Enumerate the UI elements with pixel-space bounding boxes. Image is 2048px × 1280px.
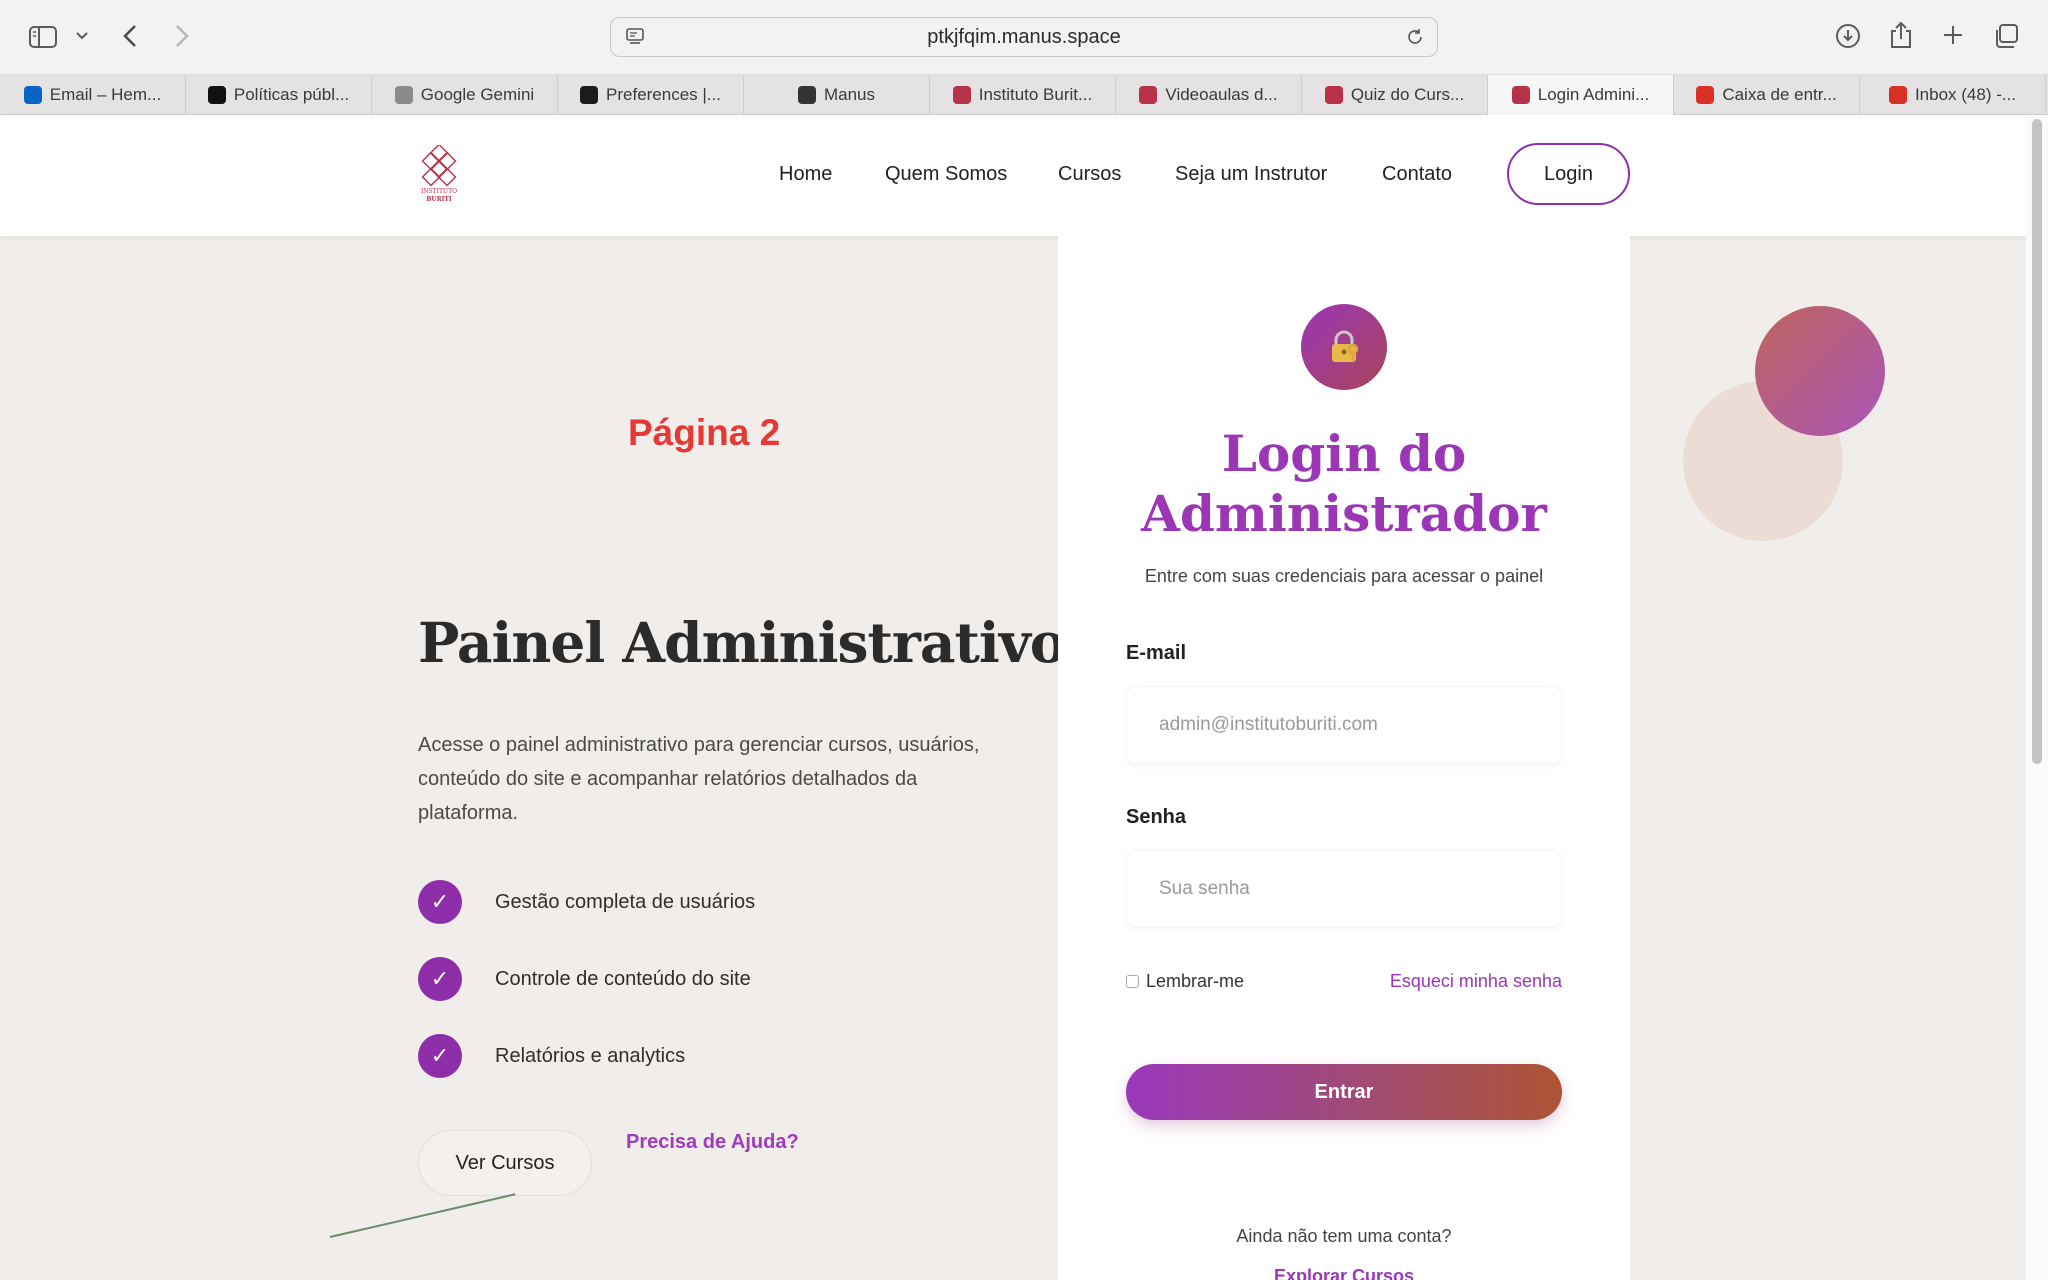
feature-item: ✓ Gestão completa de usuários xyxy=(418,880,918,924)
login-title: Login do Administrador xyxy=(1141,424,1547,543)
tab-label: Políticas públ... xyxy=(233,85,350,104)
tab-bar: Email – Hem... Políticas públ... Google Ge… xyxy=(0,75,2048,115)
buriti-icon xyxy=(1511,86,1530,104)
tab-label: Email – Hem... xyxy=(49,85,162,104)
browser-tab[interactable]: Google Gemini xyxy=(372,75,558,115)
outlook-icon xyxy=(23,86,42,104)
checkbox-box[interactable] xyxy=(1126,975,1139,988)
gmail-icon xyxy=(1888,86,1907,104)
hero-description: Acesse o painel administrativo para gere… xyxy=(418,734,980,824)
buriti-icon xyxy=(1139,86,1158,104)
lock-icon xyxy=(1301,304,1387,390)
tab-label: Videoaulas d... xyxy=(1165,85,1278,104)
page-label: Página 2 xyxy=(628,412,781,453)
nav-seja-instrutor[interactable]: Seja um Instrutor xyxy=(1175,163,1327,186)
browser-tab[interactable]: Preferences |... xyxy=(558,75,744,115)
site-settings-icon[interactable] xyxy=(625,27,645,53)
share-icon[interactable] xyxy=(1888,20,1914,50)
feature-label: Controle de conteúdo do site xyxy=(495,967,751,990)
decorative-line xyxy=(329,1193,516,1238)
entrar-button[interactable]: Entrar xyxy=(1126,1064,1562,1120)
check-icon: ✓ xyxy=(418,880,462,924)
buriti-icon xyxy=(952,86,971,104)
senha-label: Senha xyxy=(1126,806,1187,828)
feature-label: Gestão completa de usuários xyxy=(495,890,756,913)
browser-tab[interactable]: Quiz do Curs... xyxy=(1302,75,1488,115)
logo-text-2: BURITI xyxy=(426,196,452,203)
feature-item: ✓ Controle de conteúdo do site xyxy=(418,957,918,1001)
browser-tab[interactable]: Email – Hem... xyxy=(0,75,186,115)
nav-login-button[interactable]: Login xyxy=(1507,143,1630,205)
site-header: INSTITUTO BURITI Home Quem Somos Cursos … xyxy=(0,115,2026,236)
chevron-down-icon[interactable] xyxy=(74,28,90,44)
scrollbar-thumb[interactable] xyxy=(2032,119,2042,764)
buriti-icon xyxy=(1324,86,1343,104)
browser-tab[interactable]: Manus xyxy=(744,75,930,115)
help-link[interactable]: Precisa de Ajuda? xyxy=(626,1131,799,1154)
tab-label: Quiz do Curs... xyxy=(1350,85,1465,104)
login-card: Login do Administrador Entre com suas cr… xyxy=(1058,236,1630,1280)
feature-label: Relatórios e analytics xyxy=(495,1044,686,1067)
tab-label: Google Gemini xyxy=(420,85,535,104)
address-bar[interactable]: ptkjfqim.manus.space xyxy=(610,17,1438,57)
nav-home[interactable]: Home xyxy=(779,163,832,186)
check-icon: ✓ xyxy=(418,957,462,1001)
manus-icon xyxy=(797,86,816,104)
tab-label: Caixa de entr... xyxy=(1722,85,1837,104)
url-text: ptkjfqim.manus.space xyxy=(927,25,1121,48)
reload-icon[interactable] xyxy=(1405,27,1425,53)
browser-tab[interactable]: Inbox (48) -... xyxy=(1860,75,2046,115)
nav-cursos[interactable]: Cursos xyxy=(1058,163,1121,186)
remember-me-label: Lembrar-me xyxy=(1146,971,1245,991)
logo-text-1: INSTITUTO xyxy=(421,188,457,195)
browser-tab[interactable]: Videoaulas d... xyxy=(1116,75,1302,115)
new-tab-icon[interactable] xyxy=(1940,22,1966,48)
decorative-circle-gradient xyxy=(1755,306,1885,436)
back-icon[interactable] xyxy=(118,22,142,50)
email-label: E-mail xyxy=(1126,642,1187,664)
email-field[interactable]: admin@institutoburiti.com xyxy=(1126,686,1562,764)
ver-cursos-button[interactable]: Ver Cursos xyxy=(418,1130,592,1196)
nav-quem-somos[interactable]: Quem Somos xyxy=(885,163,1007,186)
browser-tab[interactable]: Caixa de entr... xyxy=(1674,75,1860,115)
nav-contato[interactable]: Contato xyxy=(1382,163,1452,186)
tab-label: Login Admini... xyxy=(1537,85,1650,104)
no-account-text: Ainda não tem uma conta? xyxy=(1236,1226,1452,1246)
feature-item: ✓ Relatórios e analytics xyxy=(418,1034,918,1078)
browser-tab[interactable]: Login Admini... xyxy=(1488,75,1674,115)
browser-tab[interactable]: Instituto Burit... xyxy=(930,75,1116,115)
logo[interactable]: INSTITUTO BURITI xyxy=(416,143,462,205)
password-field[interactable]: Sua senha xyxy=(1126,850,1562,928)
page-scrollbar[interactable] xyxy=(2026,115,2048,1280)
hero-title: Painel Administrativo xyxy=(418,610,1066,675)
gemini-icon xyxy=(394,86,413,104)
gmail-icon xyxy=(1696,86,1715,104)
explore-courses-link[interactable]: Explorar Cursos xyxy=(1058,1266,1630,1280)
bolt-icon xyxy=(580,86,599,104)
tab-label: Inbox (48) -... xyxy=(1914,85,2017,104)
sidebar-toggle-icon[interactable] xyxy=(28,24,58,50)
tab-label: Manus xyxy=(823,85,876,104)
openai-icon xyxy=(207,86,226,104)
remember-me-checkbox[interactable]: Lembrar-me xyxy=(1126,971,1244,992)
login-subtitle: Entre com suas credenciais para acessar … xyxy=(1144,566,1544,586)
tab-overview-icon[interactable] xyxy=(1992,22,2020,50)
check-icon: ✓ xyxy=(418,1034,462,1078)
forward-icon[interactable] xyxy=(170,22,194,50)
tab-label: Instituto Burit... xyxy=(978,85,1093,104)
downloads-icon[interactable] xyxy=(1834,22,1862,50)
browser-tab[interactable]: Políticas públ... xyxy=(186,75,372,115)
browser-toolbar: ptkjfqim.manus.space xyxy=(0,0,2048,75)
forgot-password-link[interactable]: Esqueci minha senha xyxy=(1390,971,1562,992)
tab-label: Preferences |... xyxy=(606,85,721,104)
